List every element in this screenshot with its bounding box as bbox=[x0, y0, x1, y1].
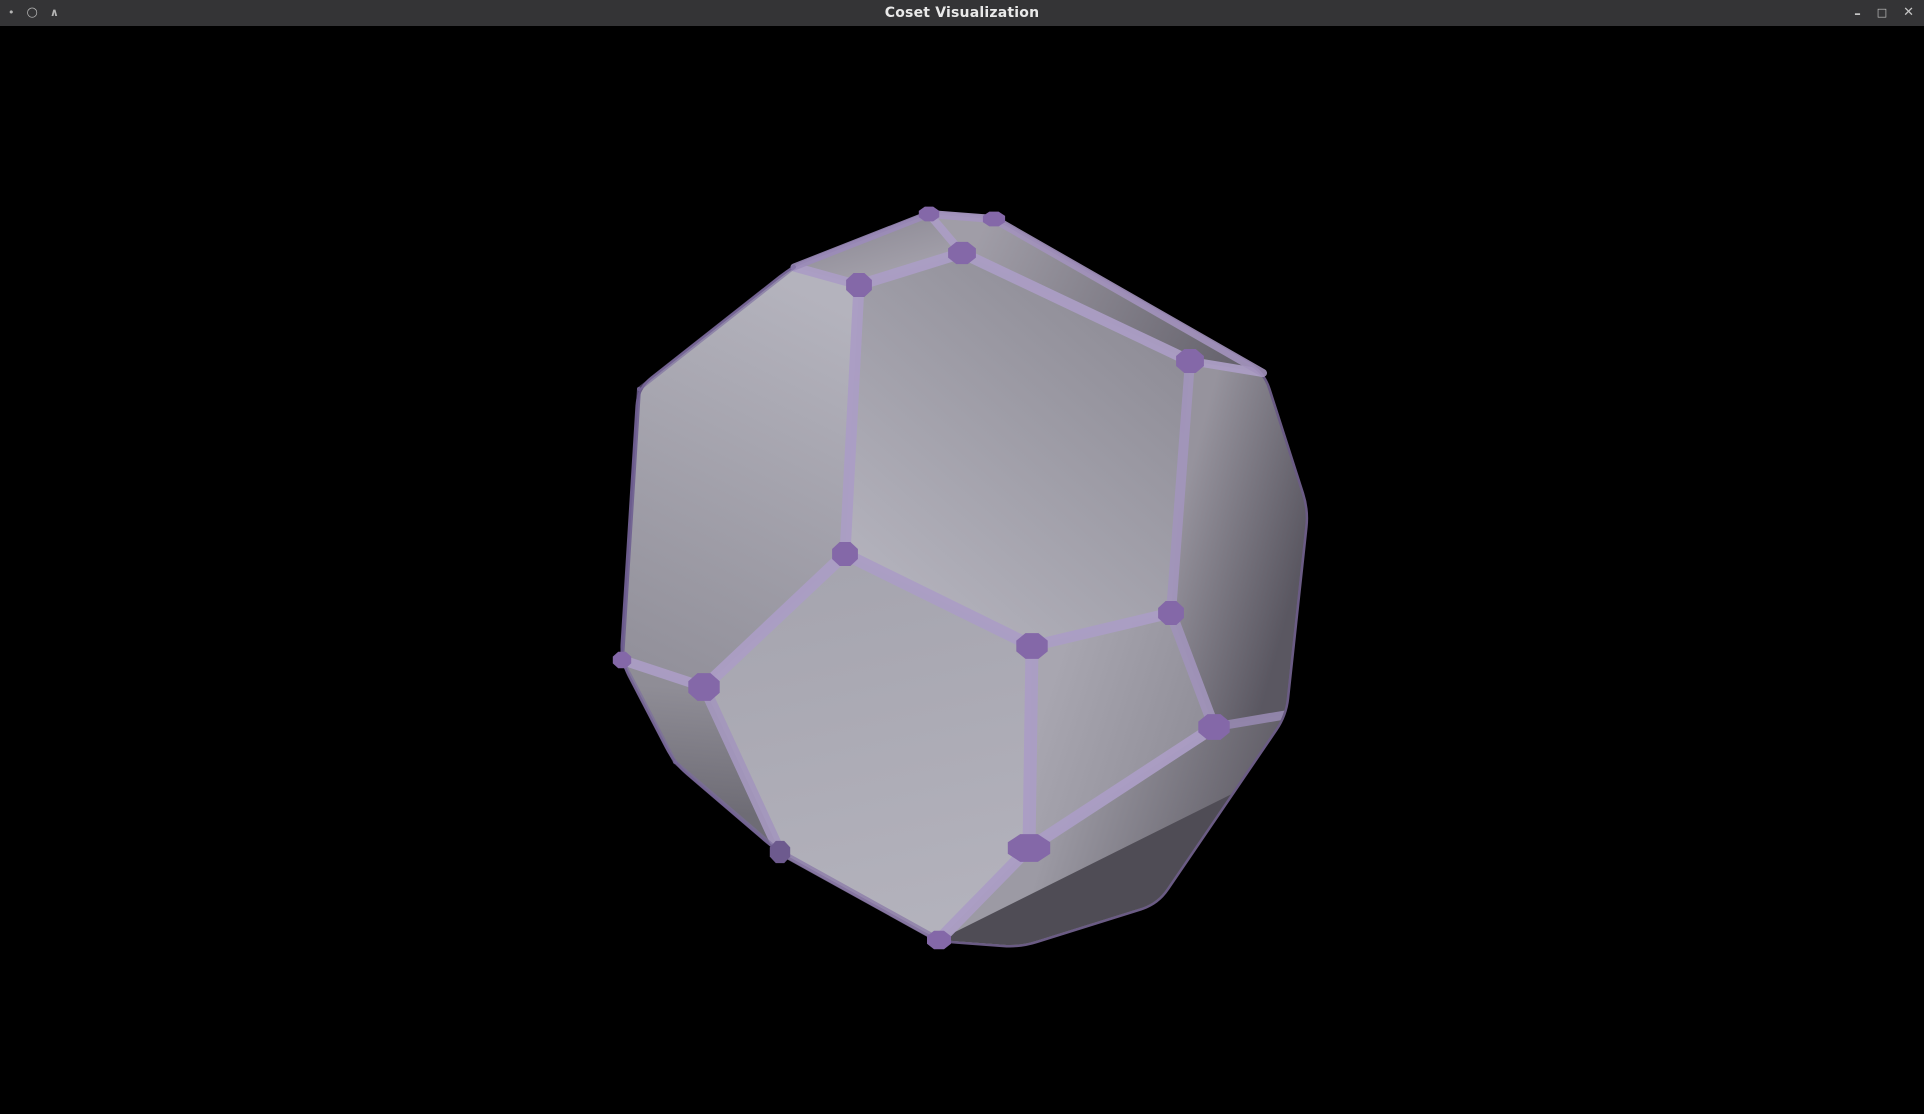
close-icon[interactable]: ✕ bbox=[1903, 0, 1914, 26]
vertex-F bbox=[832, 542, 858, 566]
vertex-G bbox=[688, 673, 719, 701]
vertex-J bbox=[770, 841, 790, 863]
maximize-icon[interactable]: □ bbox=[1877, 0, 1887, 26]
edge-E-H bbox=[1029, 646, 1032, 848]
vertex-I bbox=[927, 931, 951, 949]
vertex-T2 bbox=[983, 212, 1005, 227]
vertex-D bbox=[1158, 601, 1184, 625]
vertex-T1 bbox=[919, 207, 939, 222]
vertex-L bbox=[613, 652, 631, 669]
render-viewport[interactable] bbox=[0, 0, 1924, 1114]
coset-polyhedron[interactable] bbox=[0, 0, 1924, 1114]
vertex-K bbox=[1198, 714, 1229, 740]
caret-up-icon[interactable]: ∧ bbox=[50, 0, 59, 26]
circle-icon[interactable]: ○ bbox=[27, 0, 38, 26]
window-controls: – □ ✕ bbox=[1854, 0, 1914, 26]
vertex-E bbox=[1016, 633, 1047, 659]
vertex-A bbox=[846, 273, 872, 297]
vertex-H bbox=[1008, 834, 1050, 862]
titlebar-left-icons: • ○ ∧ bbox=[8, 0, 59, 26]
vertex-B bbox=[948, 242, 976, 264]
titlebar[interactable]: • ○ ∧ Coset Visualization – □ ✕ bbox=[0, 0, 1924, 26]
status-dot-icon: • bbox=[8, 0, 15, 26]
app-window: • ○ ∧ Coset Visualization – □ ✕ bbox=[0, 0, 1924, 1114]
window-title: Coset Visualization bbox=[0, 0, 1924, 26]
vertex-C bbox=[1176, 349, 1204, 373]
minimize-icon[interactable]: – bbox=[1854, 2, 1861, 28]
